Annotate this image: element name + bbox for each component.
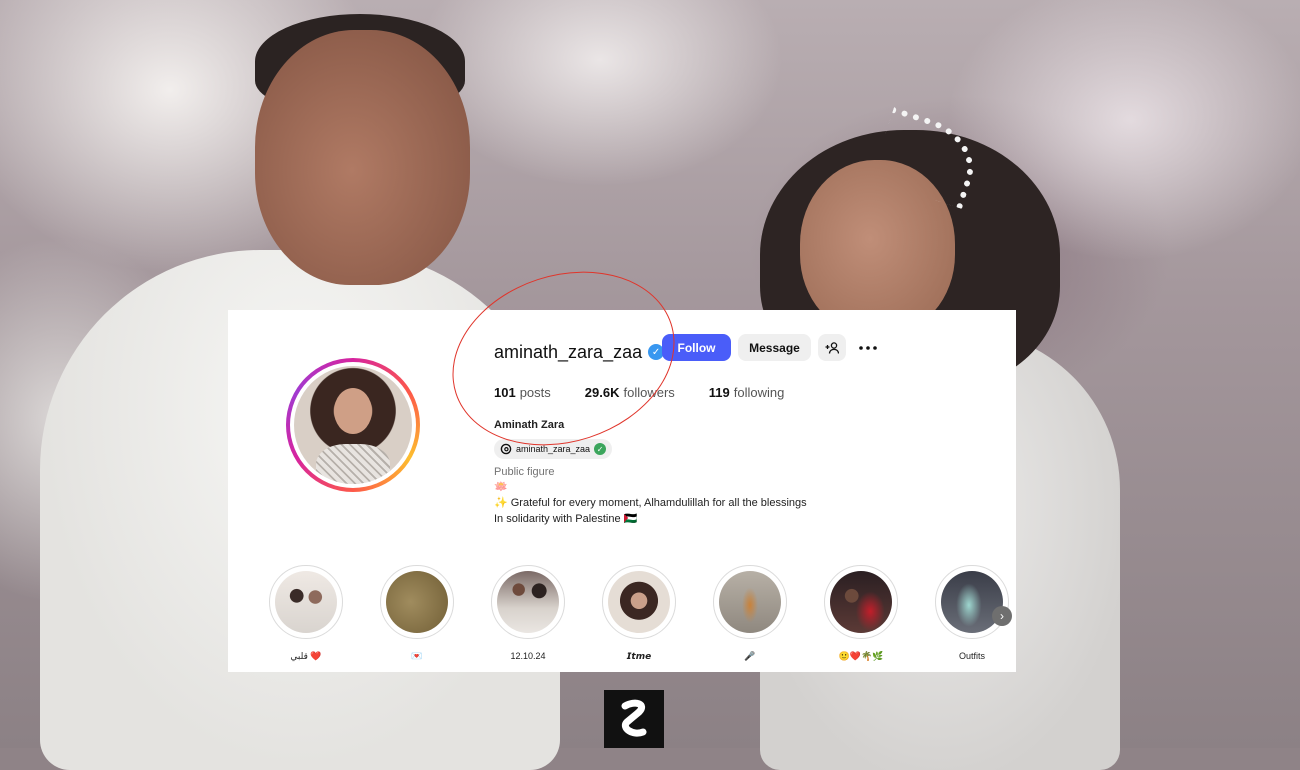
chevron-right-icon: › <box>1000 609 1004 623</box>
story-highlight[interactable]: قلبي ❤️ <box>268 565 344 662</box>
bio-line: 🪷 <box>494 481 508 493</box>
following-label: following <box>733 385 785 400</box>
story-highlight[interactable]: 🙂❤️🌴🌿 <box>823 565 899 662</box>
highlight-image <box>941 571 1003 633</box>
highlight-label: 💌 <box>411 651 423 661</box>
highlight-image <box>608 571 670 633</box>
more-options-button[interactable] <box>854 334 882 361</box>
highlight-label: 🎤 <box>744 651 756 661</box>
add-person-button[interactable] <box>818 334 846 361</box>
highlight-label: قلبي ❤️ <box>290 651 322 661</box>
avatar-shirt <box>316 444 390 484</box>
highlight-image <box>497 571 559 633</box>
highlight-cover <box>935 565 1009 639</box>
story-highlight[interactable]: 🎤 <box>712 565 788 662</box>
story-highlight[interactable]: 12.10.24 <box>490 565 566 661</box>
highlight-label: 12.10.24 <box>510 651 546 661</box>
more-options-icon <box>859 345 877 350</box>
highlight-image <box>275 571 337 633</box>
highlight-image <box>386 571 448 633</box>
highlight-cover <box>713 565 787 639</box>
following-count: 119 <box>708 385 730 400</box>
highlights-next-button[interactable]: › <box>992 606 1012 626</box>
threads-verified-icon: ✓ <box>594 443 607 455</box>
profile-avatar[interactable] <box>294 366 412 484</box>
logo-icon <box>621 699 647 737</box>
highlight-image <box>830 571 892 633</box>
highlight-label: Outfits <box>958 651 985 661</box>
threads-handle: aminath_zara_zaa <box>516 444 591 454</box>
highlight-cover <box>491 565 565 639</box>
bio-line: ✨ Grateful for every moment, Alhamdulill… <box>494 497 807 509</box>
highlight-cover <box>269 565 343 639</box>
brand-logo <box>604 690 664 748</box>
highlight-label: 𝙄𝙩𝙢𝙚 <box>626 651 652 661</box>
avatar-face <box>334 388 372 434</box>
message-button[interactable]: Message <box>738 334 811 361</box>
highlight-cover <box>380 565 454 639</box>
highlight-image <box>719 571 781 633</box>
following-stat[interactable]: 119 following <box>709 385 785 400</box>
background-groom-head <box>255 30 470 285</box>
profile-category: Public figure <box>494 466 555 478</box>
highlight-cover <box>602 565 676 639</box>
highlight-cover <box>824 565 898 639</box>
story-highlight[interactable]: 𝙄𝙩𝙢𝙚 <box>601 565 677 662</box>
story-highlight[interactable]: 💌 <box>379 565 455 662</box>
add-person-icon <box>825 341 839 354</box>
profile-avatar-ring[interactable] <box>286 358 420 492</box>
highlight-label: 🙂❤️🌴🌿 <box>838 651 884 661</box>
bio-line: In solidarity with Palestine 🇵🇸 <box>494 513 638 525</box>
threads-icon <box>500 443 512 455</box>
